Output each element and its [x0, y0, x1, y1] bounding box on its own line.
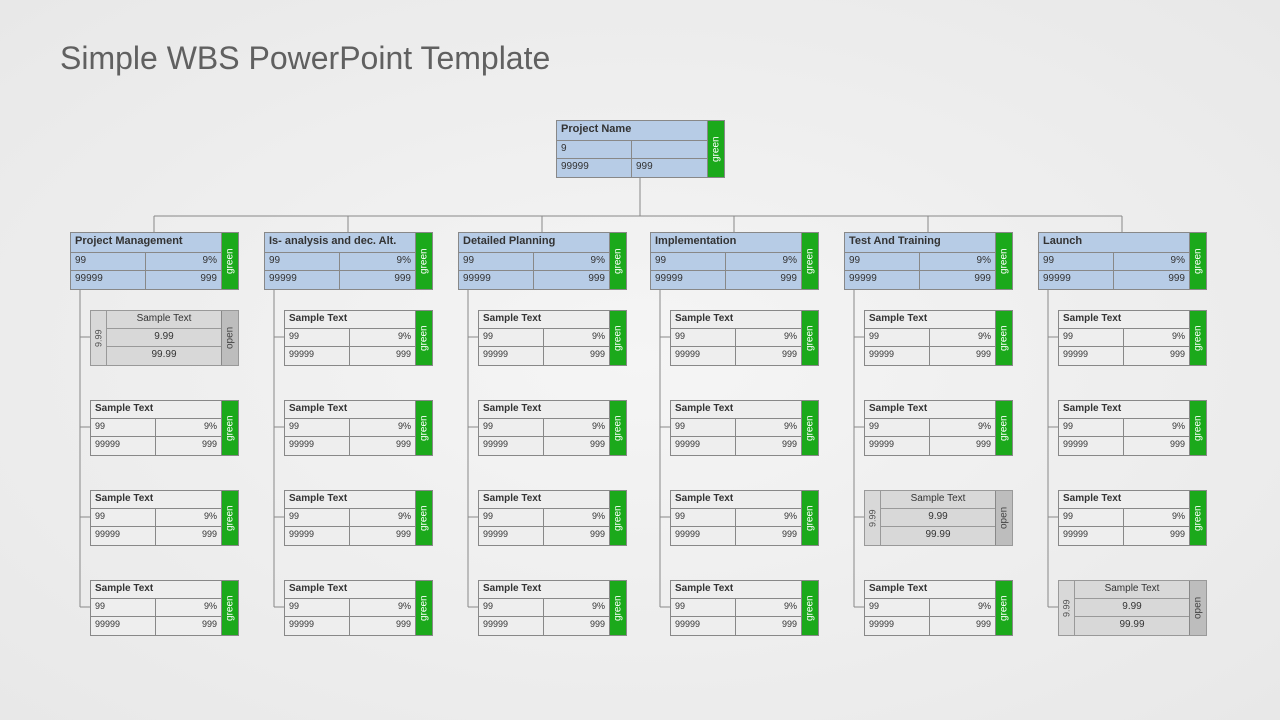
branch-0-title: Project Management	[71, 233, 221, 253]
leaf-3-1-title: Sample Text	[671, 401, 801, 419]
leaf-0-2-title: Sample Text	[91, 491, 221, 509]
leaf-3-0-title: Sample Text	[671, 311, 801, 329]
leaf-1-2-title: Sample Text	[285, 491, 415, 509]
leaf-1-1-status: green	[416, 401, 432, 455]
branch-3-status: green	[802, 233, 818, 289]
leaf-4-2-title: Sample Text	[881, 491, 995, 509]
leaf-5-0-status: green	[1190, 311, 1206, 365]
root-title: Project Name	[557, 121, 707, 141]
leaf-3-3-status: green	[802, 581, 818, 635]
branch-5-status: green	[1190, 233, 1206, 289]
root-v4: 999	[632, 159, 707, 177]
leaf-4-3-title: Sample Text	[865, 581, 995, 599]
branch-4-title: Test And Training	[845, 233, 995, 253]
branch-5-title: Launch	[1039, 233, 1189, 253]
leaf-2-3-status: green	[610, 581, 626, 635]
leaf-5-1-title: Sample Text	[1059, 401, 1189, 419]
leaf-5-2-status: green	[1190, 491, 1206, 545]
leaf-4-2-side: 9.99	[865, 491, 881, 545]
leaf-4-0-status: green	[996, 311, 1012, 365]
leaf-5-2-title: Sample Text	[1059, 491, 1189, 509]
leaf-3-3-title: Sample Text	[671, 581, 801, 599]
leaf-0-1-title: Sample Text	[91, 401, 221, 419]
leaf-5-3-side: 9.99	[1059, 581, 1075, 635]
leaf-5-3-title: Sample Text	[1075, 581, 1189, 599]
leaf-0-3-status: green	[222, 581, 238, 635]
root-v3: 99999	[557, 159, 632, 177]
leaf-2-1-status: green	[610, 401, 626, 455]
leaf-4-0-title: Sample Text	[865, 311, 995, 329]
leaf-1-0-title: Sample Text	[285, 311, 415, 329]
branch-4-status: green	[996, 233, 1012, 289]
leaf-5-1-status: green	[1190, 401, 1206, 455]
branch-3-title: Implementation	[651, 233, 801, 253]
branch-0-status: green	[222, 233, 238, 289]
root-status: green	[708, 121, 724, 177]
branch-2-title: Detailed Planning	[459, 233, 609, 253]
root-v1: 9	[557, 141, 632, 159]
leaf-4-1-title: Sample Text	[865, 401, 995, 419]
leaf-4-1-status: green	[996, 401, 1012, 455]
slide-title: Simple WBS PowerPoint Template	[60, 40, 550, 77]
leaf-2-0-title: Sample Text	[479, 311, 609, 329]
leaf-0-0-title: Sample Text	[107, 311, 221, 329]
leaf-4-2-status: open	[996, 491, 1012, 545]
leaf-1-3-status: green	[416, 581, 432, 635]
leaf-1-1-title: Sample Text	[285, 401, 415, 419]
leaf-3-2-title: Sample Text	[671, 491, 801, 509]
leaf-2-3-title: Sample Text	[479, 581, 609, 599]
leaf-0-3-title: Sample Text	[91, 581, 221, 599]
leaf-0-2-status: green	[222, 491, 238, 545]
branch-1-status: green	[416, 233, 432, 289]
leaf-2-2-status: green	[610, 491, 626, 545]
leaf-3-1-status: green	[802, 401, 818, 455]
leaf-5-0-title: Sample Text	[1059, 311, 1189, 329]
leaf-1-0-status: green	[416, 311, 432, 365]
branch-1-title: Is- analysis and dec. Alt.	[265, 233, 415, 253]
leaf-0-0-side: 9.99	[91, 311, 107, 365]
leaf-5-3-status: open	[1190, 581, 1206, 635]
leaf-4-3-status: green	[996, 581, 1012, 635]
leaf-2-1-title: Sample Text	[479, 401, 609, 419]
leaf-0-1-status: green	[222, 401, 238, 455]
leaf-3-2-status: green	[802, 491, 818, 545]
leaf-0-0-status: open	[222, 311, 238, 365]
leaf-1-2-status: green	[416, 491, 432, 545]
leaf-1-3-title: Sample Text	[285, 581, 415, 599]
branch-2-status: green	[610, 233, 626, 289]
leaf-2-2-title: Sample Text	[479, 491, 609, 509]
leaf-2-0-status: green	[610, 311, 626, 365]
leaf-3-0-status: green	[802, 311, 818, 365]
